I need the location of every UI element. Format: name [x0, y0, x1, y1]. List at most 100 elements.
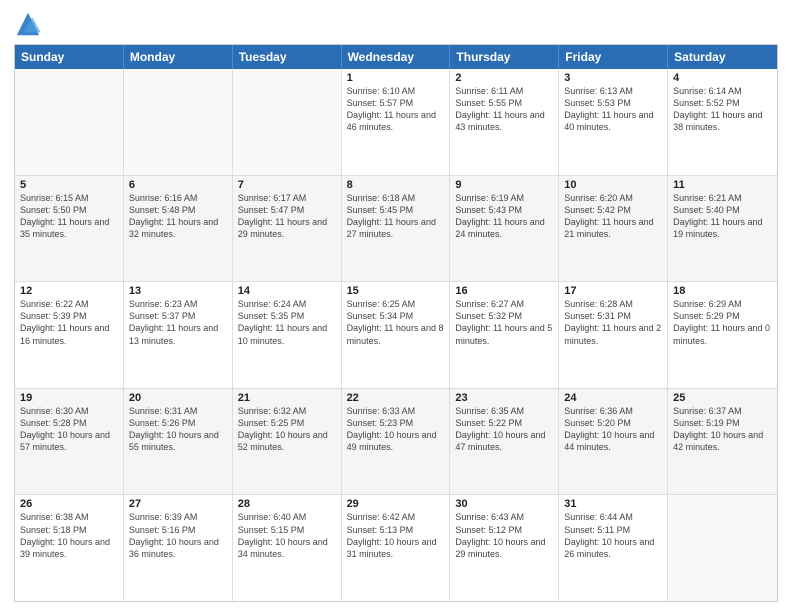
calendar-cell: 31Sunrise: 6:44 AMSunset: 5:11 PMDayligh…: [559, 495, 668, 601]
calendar-header-cell: Monday: [124, 45, 233, 69]
cell-info: Sunrise: 6:18 AMSunset: 5:45 PMDaylight:…: [347, 192, 445, 241]
cell-info: Sunrise: 6:30 AMSunset: 5:28 PMDaylight:…: [20, 405, 118, 454]
calendar-cell: 15Sunrise: 6:25 AMSunset: 5:34 PMDayligh…: [342, 282, 451, 388]
day-number: 11: [673, 179, 772, 191]
day-number: 21: [238, 392, 336, 404]
day-number: 29: [347, 498, 445, 510]
calendar: SundayMondayTuesdayWednesdayThursdayFrid…: [14, 44, 778, 602]
day-number: 28: [238, 498, 336, 510]
cell-info: Sunrise: 6:42 AMSunset: 5:13 PMDaylight:…: [347, 511, 445, 560]
logo: [14, 10, 46, 38]
calendar-cell: 8Sunrise: 6:18 AMSunset: 5:45 PMDaylight…: [342, 176, 451, 282]
cell-info: Sunrise: 6:38 AMSunset: 5:18 PMDaylight:…: [20, 511, 118, 560]
day-number: 17: [564, 285, 662, 297]
calendar-cell: 14Sunrise: 6:24 AMSunset: 5:35 PMDayligh…: [233, 282, 342, 388]
cell-info: Sunrise: 6:22 AMSunset: 5:39 PMDaylight:…: [20, 298, 118, 347]
cell-info: Sunrise: 6:36 AMSunset: 5:20 PMDaylight:…: [564, 405, 662, 454]
day-number: 5: [20, 179, 118, 191]
calendar-cell: 4Sunrise: 6:14 AMSunset: 5:52 PMDaylight…: [668, 69, 777, 175]
cell-info: Sunrise: 6:44 AMSunset: 5:11 PMDaylight:…: [564, 511, 662, 560]
calendar-cell: 20Sunrise: 6:31 AMSunset: 5:26 PMDayligh…: [124, 389, 233, 495]
calendar-row: 1Sunrise: 6:10 AMSunset: 5:57 PMDaylight…: [15, 69, 777, 176]
calendar-cell: 23Sunrise: 6:35 AMSunset: 5:22 PMDayligh…: [450, 389, 559, 495]
calendar-header-cell: Saturday: [668, 45, 777, 69]
cell-info: Sunrise: 6:21 AMSunset: 5:40 PMDaylight:…: [673, 192, 772, 241]
calendar-cell: 12Sunrise: 6:22 AMSunset: 5:39 PMDayligh…: [15, 282, 124, 388]
day-number: 15: [347, 285, 445, 297]
calendar-cell: 11Sunrise: 6:21 AMSunset: 5:40 PMDayligh…: [668, 176, 777, 282]
cell-info: Sunrise: 6:17 AMSunset: 5:47 PMDaylight:…: [238, 192, 336, 241]
day-number: 30: [455, 498, 553, 510]
calendar-cell: 30Sunrise: 6:43 AMSunset: 5:12 PMDayligh…: [450, 495, 559, 601]
calendar-header-row: SundayMondayTuesdayWednesdayThursdayFrid…: [15, 45, 777, 69]
cell-info: Sunrise: 6:16 AMSunset: 5:48 PMDaylight:…: [129, 192, 227, 241]
calendar-cell: 28Sunrise: 6:40 AMSunset: 5:15 PMDayligh…: [233, 495, 342, 601]
cell-info: Sunrise: 6:23 AMSunset: 5:37 PMDaylight:…: [129, 298, 227, 347]
cell-info: Sunrise: 6:10 AMSunset: 5:57 PMDaylight:…: [347, 85, 445, 134]
calendar-header-cell: Wednesday: [342, 45, 451, 69]
day-number: 27: [129, 498, 227, 510]
calendar-cell: [124, 69, 233, 175]
calendar-cell: [233, 69, 342, 175]
calendar-cell: 5Sunrise: 6:15 AMSunset: 5:50 PMDaylight…: [15, 176, 124, 282]
cell-info: Sunrise: 6:19 AMSunset: 5:43 PMDaylight:…: [455, 192, 553, 241]
calendar-cell: 18Sunrise: 6:29 AMSunset: 5:29 PMDayligh…: [668, 282, 777, 388]
cell-info: Sunrise: 6:24 AMSunset: 5:35 PMDaylight:…: [238, 298, 336, 347]
day-number: 25: [673, 392, 772, 404]
calendar-cell: 6Sunrise: 6:16 AMSunset: 5:48 PMDaylight…: [124, 176, 233, 282]
calendar-row: 12Sunrise: 6:22 AMSunset: 5:39 PMDayligh…: [15, 282, 777, 389]
cell-info: Sunrise: 6:33 AMSunset: 5:23 PMDaylight:…: [347, 405, 445, 454]
calendar-cell: 22Sunrise: 6:33 AMSunset: 5:23 PMDayligh…: [342, 389, 451, 495]
day-number: 10: [564, 179, 662, 191]
cell-info: Sunrise: 6:14 AMSunset: 5:52 PMDaylight:…: [673, 85, 772, 134]
calendar-cell: 13Sunrise: 6:23 AMSunset: 5:37 PMDayligh…: [124, 282, 233, 388]
calendar-cell: 2Sunrise: 6:11 AMSunset: 5:55 PMDaylight…: [450, 69, 559, 175]
day-number: 20: [129, 392, 227, 404]
cell-info: Sunrise: 6:32 AMSunset: 5:25 PMDaylight:…: [238, 405, 336, 454]
header: [14, 10, 778, 38]
calendar-cell: 7Sunrise: 6:17 AMSunset: 5:47 PMDaylight…: [233, 176, 342, 282]
calendar-row: 26Sunrise: 6:38 AMSunset: 5:18 PMDayligh…: [15, 495, 777, 601]
calendar-cell: 26Sunrise: 6:38 AMSunset: 5:18 PMDayligh…: [15, 495, 124, 601]
calendar-header-cell: Friday: [559, 45, 668, 69]
calendar-body: 1Sunrise: 6:10 AMSunset: 5:57 PMDaylight…: [15, 69, 777, 601]
day-number: 19: [20, 392, 118, 404]
cell-info: Sunrise: 6:35 AMSunset: 5:22 PMDaylight:…: [455, 405, 553, 454]
cell-info: Sunrise: 6:25 AMSunset: 5:34 PMDaylight:…: [347, 298, 445, 347]
calendar-cell: 3Sunrise: 6:13 AMSunset: 5:53 PMDaylight…: [559, 69, 668, 175]
calendar-cell: 9Sunrise: 6:19 AMSunset: 5:43 PMDaylight…: [450, 176, 559, 282]
cell-info: Sunrise: 6:27 AMSunset: 5:32 PMDaylight:…: [455, 298, 553, 347]
day-number: 22: [347, 392, 445, 404]
day-number: 7: [238, 179, 336, 191]
calendar-row: 19Sunrise: 6:30 AMSunset: 5:28 PMDayligh…: [15, 389, 777, 496]
calendar-cell: 1Sunrise: 6:10 AMSunset: 5:57 PMDaylight…: [342, 69, 451, 175]
day-number: 18: [673, 285, 772, 297]
day-number: 26: [20, 498, 118, 510]
cell-info: Sunrise: 6:39 AMSunset: 5:16 PMDaylight:…: [129, 511, 227, 560]
day-number: 9: [455, 179, 553, 191]
calendar-header-cell: Thursday: [450, 45, 559, 69]
calendar-header-cell: Sunday: [15, 45, 124, 69]
page-container: SundayMondayTuesdayWednesdayThursdayFrid…: [0, 0, 792, 612]
calendar-cell: [668, 495, 777, 601]
calendar-cell: 24Sunrise: 6:36 AMSunset: 5:20 PMDayligh…: [559, 389, 668, 495]
cell-info: Sunrise: 6:43 AMSunset: 5:12 PMDaylight:…: [455, 511, 553, 560]
day-number: 12: [20, 285, 118, 297]
day-number: 14: [238, 285, 336, 297]
cell-info: Sunrise: 6:15 AMSunset: 5:50 PMDaylight:…: [20, 192, 118, 241]
calendar-cell: 27Sunrise: 6:39 AMSunset: 5:16 PMDayligh…: [124, 495, 233, 601]
calendar-row: 5Sunrise: 6:15 AMSunset: 5:50 PMDaylight…: [15, 176, 777, 283]
cell-info: Sunrise: 6:13 AMSunset: 5:53 PMDaylight:…: [564, 85, 662, 134]
day-number: 8: [347, 179, 445, 191]
cell-info: Sunrise: 6:11 AMSunset: 5:55 PMDaylight:…: [455, 85, 553, 134]
cell-info: Sunrise: 6:28 AMSunset: 5:31 PMDaylight:…: [564, 298, 662, 347]
day-number: 3: [564, 72, 662, 84]
cell-info: Sunrise: 6:37 AMSunset: 5:19 PMDaylight:…: [673, 405, 772, 454]
day-number: 13: [129, 285, 227, 297]
day-number: 31: [564, 498, 662, 510]
day-number: 23: [455, 392, 553, 404]
logo-icon: [14, 10, 42, 38]
calendar-cell: 10Sunrise: 6:20 AMSunset: 5:42 PMDayligh…: [559, 176, 668, 282]
calendar-cell: 19Sunrise: 6:30 AMSunset: 5:28 PMDayligh…: [15, 389, 124, 495]
day-number: 2: [455, 72, 553, 84]
